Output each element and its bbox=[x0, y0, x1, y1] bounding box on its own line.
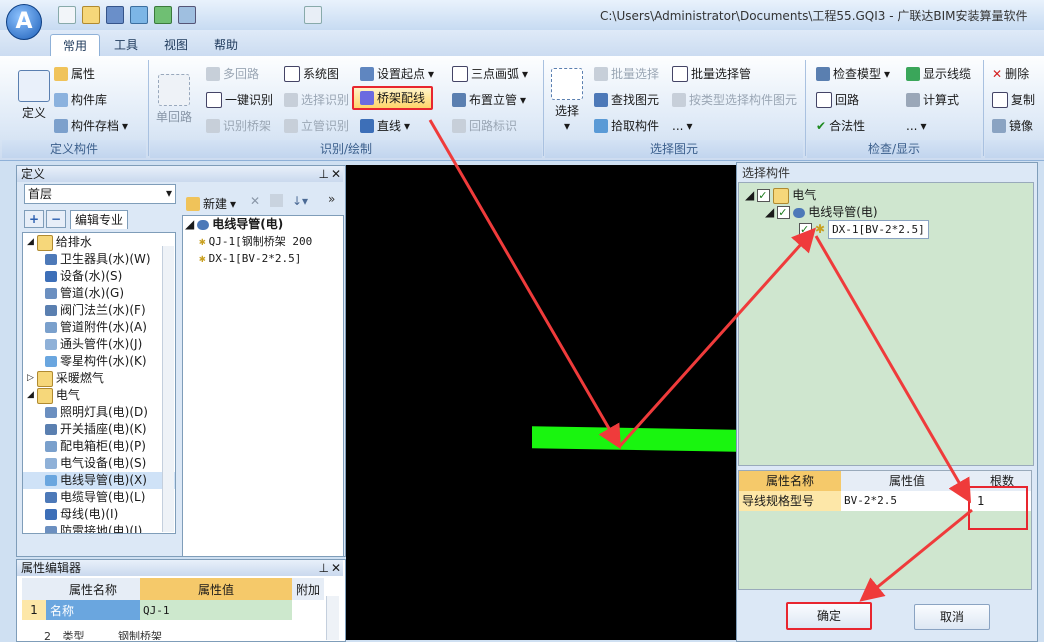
arrow-to-count bbox=[814, 235, 972, 504]
arrow-to-component bbox=[618, 227, 817, 448]
app-logo[interactable]: A bbox=[6, 4, 42, 40]
arrow-to-ok bbox=[859, 508, 973, 602]
annotation-arrows bbox=[428, 119, 973, 602]
arrow-to-segment bbox=[428, 119, 622, 450]
